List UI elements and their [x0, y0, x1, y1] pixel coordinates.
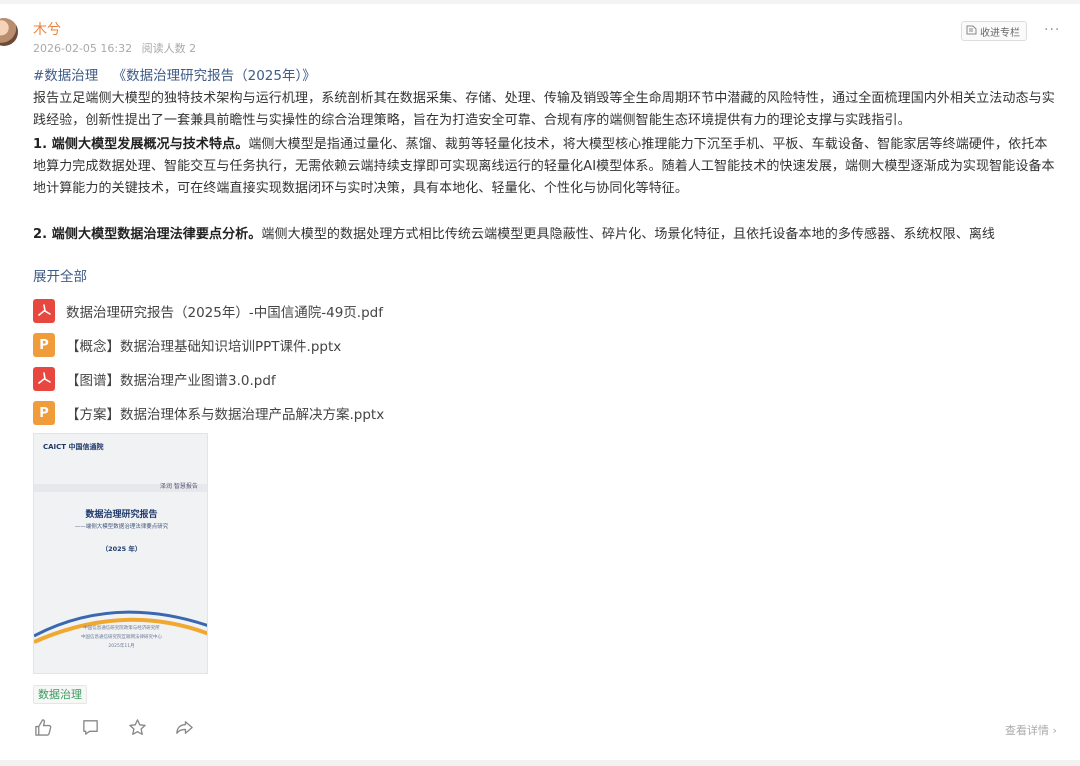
- paragraph-intro: 报告立足端侧大模型的独特技术架构与运行机理，系统剖析其在数据采集、存储、处理、传…: [33, 91, 1055, 128]
- topic-tag[interactable]: 数据治理: [33, 685, 87, 704]
- attachment-name[interactable]: 数据治理研究报告（2025年）-中国信通院-49页.pdf: [66, 301, 383, 321]
- cover-date: 2025年11月: [108, 644, 135, 649]
- pptx-file-icon: P: [33, 401, 55, 425]
- cover-org-line: 中国信息通信研究院互联网法律研究中心: [81, 635, 162, 640]
- cover-orgs: 中国信息通信研究院政策与经济研究所 中国信息通信研究院互联网法律研究中心 202…: [34, 624, 207, 651]
- attachment-name[interactable]: 【方案】数据治理体系与数据治理产品解决方案.pptx: [66, 403, 384, 423]
- post-content: #数据治理 《数据治理研究报告（2025年）》 报告立足端侧大模型的独特技术架构…: [33, 66, 1058, 246]
- share-icon: [175, 720, 193, 734]
- paragraph-section-2: 2. 端侧大模型数据治理法律要点分析。端侧大模型的数据处理方式相比传统云端模型更…: [33, 224, 1058, 246]
- comment-icon: [82, 719, 98, 735]
- collect-label: 收进专栏: [980, 27, 1020, 39]
- report-cover-image[interactable]: CAICT 中国信通院 泽润 智慧报告 数据治理研究报告 ——端侧大模型数据治理…: [33, 433, 208, 674]
- post-title-line: #数据治理 《数据治理研究报告（2025年）》: [33, 66, 1058, 86]
- attachment-item[interactable]: 【图谱】数据治理产业图谱3.0.pdf: [33, 362, 384, 396]
- attachment-item[interactable]: P 【方案】数据治理体系与数据治理产品解决方案.pptx: [33, 396, 384, 430]
- attachment-item[interactable]: 数据治理研究报告（2025年）-中国信通院-49页.pdf: [33, 294, 384, 328]
- comment-button[interactable]: [80, 717, 100, 737]
- pdf-file-icon: [33, 367, 55, 391]
- cover-brand: 泽润 智慧报告: [160, 483, 198, 490]
- collect-icon: [966, 24, 977, 38]
- cover-year: （2025 年）: [101, 545, 142, 553]
- caict-logo: CAICT 中国信通院: [43, 443, 104, 451]
- bottom-divider: [0, 760, 1080, 766]
- collect-to-column-button[interactable]: 收进专栏: [961, 21, 1027, 41]
- action-bar: [33, 717, 194, 737]
- attachment-list: 数据治理研究报告（2025年）-中国信通院-49页.pdf P 【概念】数据治理…: [33, 294, 384, 430]
- thumbs-up-icon: [34, 718, 51, 736]
- pptx-file-icon: P: [33, 333, 55, 357]
- like-button[interactable]: [33, 717, 53, 737]
- view-details-link[interactable]: 查看详情 ›: [1005, 722, 1057, 738]
- paragraph-section-1: 1. 端侧大模型发展概况与技术特点。端侧大模型是指通过量化、蒸馏、裁剪等轻量化技…: [33, 134, 1058, 200]
- more-options-icon[interactable]: ···: [1044, 22, 1060, 38]
- avatar[interactable]: [0, 18, 18, 46]
- attachment-item[interactable]: P 【概念】数据治理基础知识培训PPT课件.pptx: [33, 328, 384, 362]
- share-button[interactable]: [174, 717, 194, 737]
- cover-title: 数据治理研究报告: [85, 510, 158, 520]
- post-meta: 2026-02-05 16:32 阅读人数 2: [33, 40, 202, 56]
- hashtag-link[interactable]: #数据治理: [33, 68, 98, 84]
- attachment-name[interactable]: 【概念】数据治理基础知识培训PPT课件.pptx: [66, 335, 341, 355]
- expand-all-link[interactable]: 展开全部: [33, 265, 87, 285]
- section-2-body: 端侧大模型的数据处理方式相比传统云端模型更具隐蔽性、碎片化、场景化特征，且依托设…: [261, 227, 996, 242]
- section-2-heading: 2. 端侧大模型数据治理法律要点分析。: [33, 227, 262, 242]
- star-icon: [128, 718, 146, 735]
- cover-org-line: 中国信息通信研究院政策与经济研究所: [83, 626, 160, 631]
- attachment-name[interactable]: 【图谱】数据治理产业图谱3.0.pdf: [66, 369, 276, 389]
- section-1-heading: 1. 端侧大模型发展概况与技术特点。: [33, 137, 249, 152]
- doc-title-link[interactable]: 《数据治理研究报告（2025年）》: [113, 68, 316, 84]
- pdf-file-icon: [33, 299, 55, 323]
- author-name[interactable]: 木兮: [33, 19, 61, 39]
- favorite-button[interactable]: [127, 717, 147, 737]
- post-datetime: 2026-02-05 16:32: [33, 42, 133, 55]
- read-count: 阅读人数 2: [141, 42, 197, 55]
- top-divider: [0, 0, 1080, 4]
- cover-subtitle: ——端侧大模型数据治理法律要点研究: [74, 524, 169, 530]
